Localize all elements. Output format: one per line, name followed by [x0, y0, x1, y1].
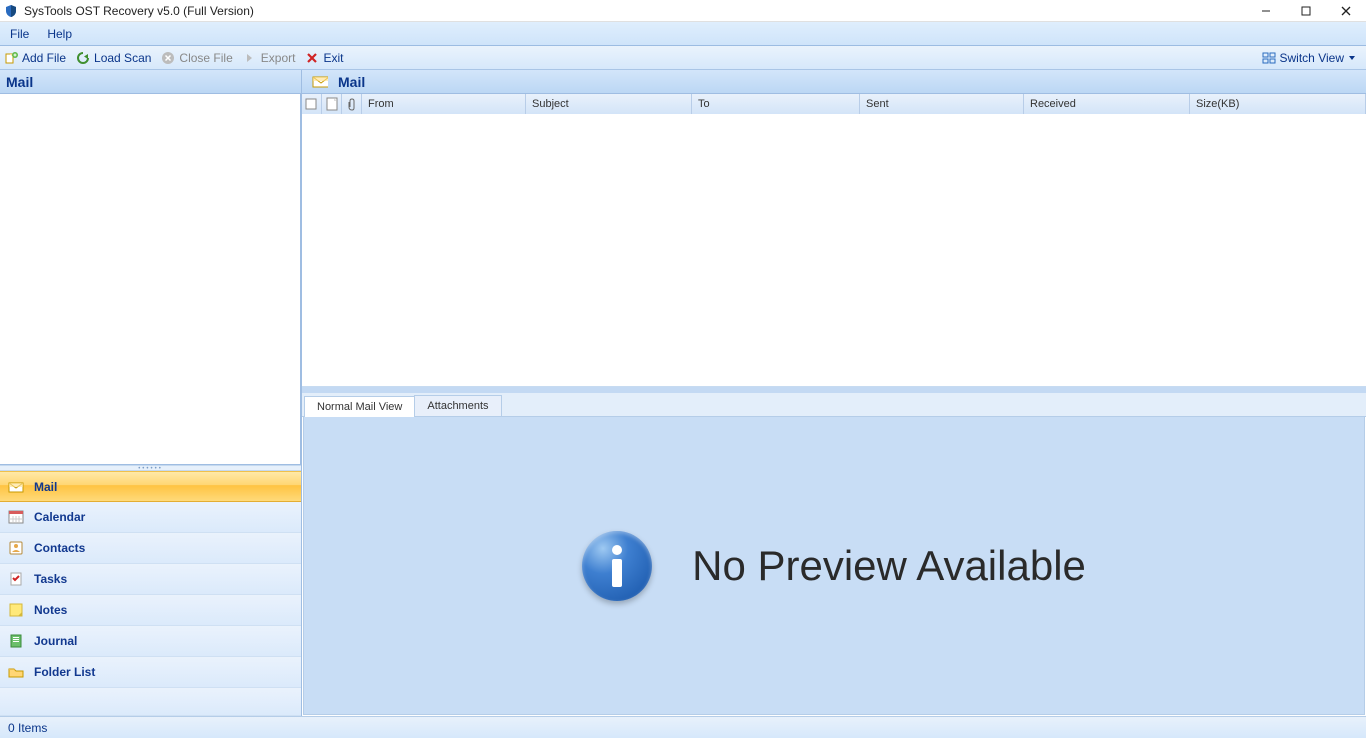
nav-item-journal[interactable]: Journal	[0, 626, 301, 657]
column-received[interactable]: Received	[1024, 94, 1190, 114]
calendar-icon	[8, 509, 24, 525]
column-sent[interactable]: Sent	[860, 94, 1024, 114]
nav-label: Journal	[34, 634, 77, 648]
column-attachment[interactable]	[342, 94, 362, 114]
chevron-down-icon	[1348, 51, 1356, 65]
nav-label: Notes	[34, 603, 67, 617]
folder-list-icon	[8, 664, 24, 680]
left-pane: Mail •••••• Mail Calendar Contacts	[0, 70, 302, 716]
window-title: SysTools OST Recovery v5.0 (Full Version…	[24, 4, 254, 18]
add-file-label: Add File	[22, 51, 66, 65]
load-scan-button[interactable]: Load Scan	[76, 51, 151, 65]
switch-view-button[interactable]: Switch View	[1262, 51, 1362, 65]
main: Mail •••••• Mail Calendar Contacts	[0, 70, 1366, 716]
load-scan-icon	[76, 51, 90, 65]
close-file-button[interactable]: Close File	[161, 51, 232, 65]
contacts-icon	[8, 540, 24, 556]
exit-button[interactable]: Exit	[305, 51, 343, 65]
switch-view-label: Switch View	[1280, 51, 1344, 65]
export-button[interactable]: Export	[243, 51, 296, 65]
mail-icon	[8, 479, 24, 495]
status-text: 0 Items	[8, 721, 47, 735]
notes-icon	[8, 602, 24, 618]
preview-pane: No Preview Available	[303, 417, 1365, 715]
nav-footer	[0, 688, 301, 716]
export-label: Export	[261, 51, 296, 65]
left-pane-header: Mail	[0, 70, 301, 94]
status-bar: 0 Items	[0, 716, 1366, 738]
export-icon	[243, 51, 257, 65]
menu-help[interactable]: Help	[47, 27, 72, 41]
window-controls	[1246, 0, 1366, 21]
column-from[interactable]: From	[362, 94, 526, 114]
nav-list: Mail Calendar Contacts Tasks	[0, 471, 301, 716]
preview-tabs: Normal Mail View Attachments	[302, 393, 1366, 417]
nav-label: Mail	[34, 480, 57, 494]
minimize-button[interactable]	[1246, 0, 1286, 21]
menu-file[interactable]: File	[10, 27, 29, 41]
title-bar: SysTools OST Recovery v5.0 (Full Version…	[0, 0, 1366, 22]
column-read[interactable]	[322, 94, 342, 114]
close-file-icon	[161, 51, 175, 65]
grid-header: From Subject To Sent Received Size(KB)	[302, 94, 1366, 114]
maximize-button[interactable]	[1286, 0, 1326, 21]
switch-view-icon	[1262, 51, 1276, 65]
tab-attachments[interactable]: Attachments	[414, 395, 501, 416]
paperclip-icon	[346, 97, 358, 111]
tab-normal-mail-view[interactable]: Normal Mail View	[304, 396, 415, 417]
nav-label: Calendar	[34, 510, 85, 524]
nav-label: Folder List	[34, 665, 95, 679]
column-size[interactable]: Size(KB)	[1190, 94, 1366, 114]
folder-tree[interactable]	[0, 94, 301, 465]
right-pane: Mail From Subject To Sent Received Size(…	[302, 70, 1366, 716]
page-icon	[326, 97, 338, 111]
add-file-button[interactable]: Add File	[4, 51, 66, 65]
close-file-label: Close File	[179, 51, 232, 65]
checkbox-icon	[305, 98, 317, 110]
grid-body[interactable]	[302, 114, 1366, 386]
right-pane-title: Mail	[338, 74, 365, 90]
nav-label: Tasks	[34, 572, 67, 586]
column-checkbox[interactable]	[302, 94, 322, 114]
toolbar: Add File Load Scan Close File Export Exi…	[0, 46, 1366, 70]
exit-label: Exit	[323, 51, 343, 65]
tasks-icon	[8, 571, 24, 587]
mail-icon	[312, 74, 328, 90]
app-icon	[4, 4, 18, 18]
menu-bar: File Help	[0, 22, 1366, 46]
nav-item-tasks[interactable]: Tasks	[0, 564, 301, 595]
load-scan-label: Load Scan	[94, 51, 151, 65]
mail-grid: From Subject To Sent Received Size(KB)	[302, 94, 1366, 387]
journal-icon	[8, 633, 24, 649]
info-icon	[582, 531, 652, 601]
add-file-icon	[4, 51, 18, 65]
nav-item-calendar[interactable]: Calendar	[0, 502, 301, 533]
nav-item-contacts[interactable]: Contacts	[0, 533, 301, 564]
right-pane-header: Mail	[302, 70, 1366, 94]
close-button[interactable]	[1326, 0, 1366, 21]
nav-item-mail[interactable]: Mail	[0, 471, 301, 502]
nav-label: Contacts	[34, 541, 85, 555]
nav-item-folder-list[interactable]: Folder List	[0, 657, 301, 688]
column-to[interactable]: To	[692, 94, 860, 114]
column-subject[interactable]: Subject	[526, 94, 692, 114]
exit-icon	[305, 51, 319, 65]
preview-message: No Preview Available	[692, 542, 1086, 590]
nav-item-notes[interactable]: Notes	[0, 595, 301, 626]
